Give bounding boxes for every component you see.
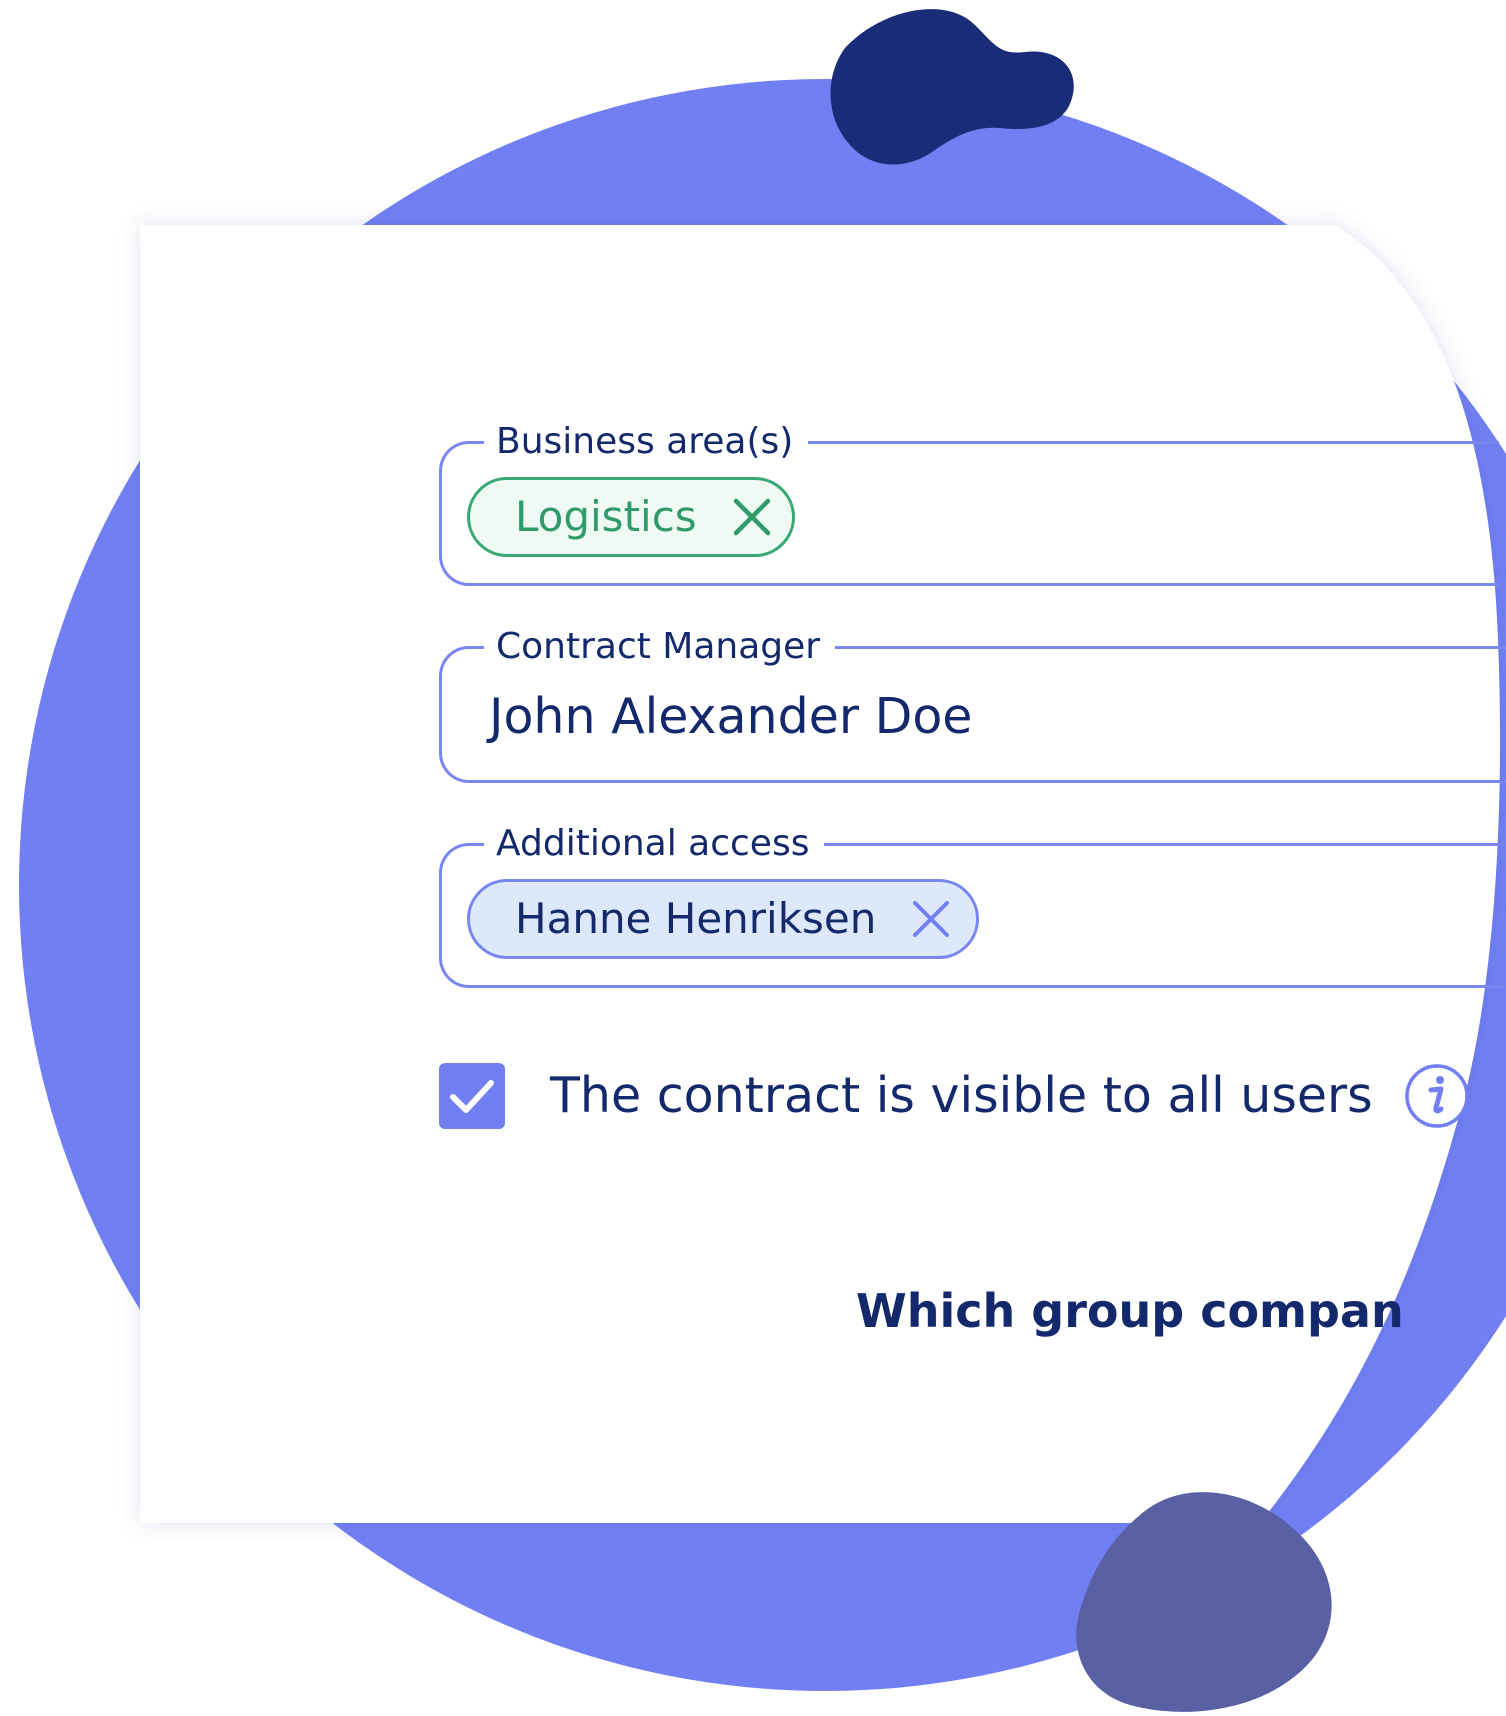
close-icon[interactable]: [731, 496, 773, 538]
contract-form: Business area(s) Logistics Contract Mana…: [0, 0, 1506, 1716]
visibility-label: The contract is visible to all users: [550, 1067, 1373, 1124]
contract-manager-value[interactable]: John Alexander Doe: [489, 687, 972, 747]
contract-manager-field[interactable]: Contract Manager John Alexander Doe: [439, 621, 1506, 783]
visibility-checkbox[interactable]: [439, 1063, 505, 1129]
info-icon[interactable]: [1403, 1062, 1471, 1130]
page: Business area(s) Logistics Contract Mana…: [0, 0, 1506, 1716]
close-icon[interactable]: [910, 898, 952, 940]
additional-access-field[interactable]: Additional access Hanne Henriksen: [439, 818, 1505, 988]
contract-manager-label: Contract Manager: [484, 621, 836, 673]
chip-label: Hanne Henriksen: [515, 894, 877, 943]
additional-access-label: Additional access: [484, 818, 825, 870]
chip-label: Logistics: [515, 492, 697, 541]
check-icon: [450, 1080, 494, 1113]
chip-hanne-henriksen: Hanne Henriksen: [467, 879, 979, 959]
business-area-field[interactable]: Business area(s) Logistics: [439, 416, 1499, 586]
business-area-label: Business area(s): [484, 416, 809, 468]
chip-logistics: Logistics: [467, 477, 795, 557]
group-companies-heading: Which group compan: [856, 1284, 1404, 1338]
